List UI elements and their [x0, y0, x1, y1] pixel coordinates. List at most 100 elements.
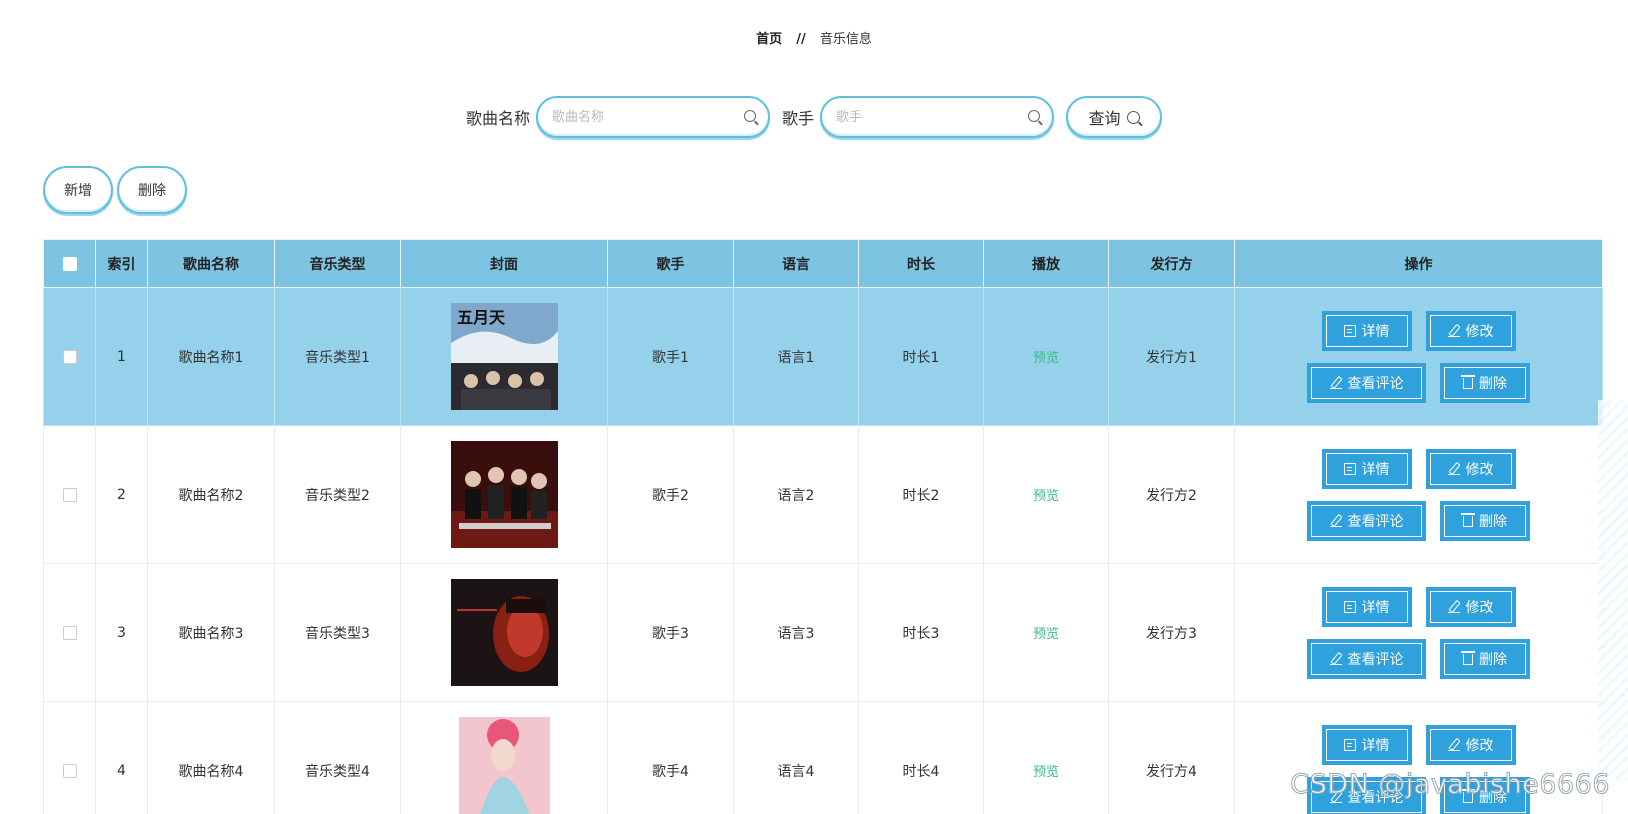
song-name-input[interactable]: [552, 98, 732, 136]
header-language: 语言: [733, 239, 859, 288]
row-operations: 详情 修改 查看评论 删除: [1235, 586, 1602, 679]
table-row[interactable]: 2 歌曲名称2 音乐类型2 歌手2 语言2 时长2 预览 发行方2 详情 修改 …: [43, 425, 1603, 564]
cell-language: 语言3: [733, 563, 859, 702]
edit-button[interactable]: 修改: [1425, 586, 1516, 627]
cell-song-name: 歌曲名称2: [147, 425, 275, 564]
search-bar: 歌曲名称 歌手 查询: [0, 96, 1628, 138]
cell-music-type: 音乐类型4: [274, 701, 401, 814]
select-all-header[interactable]: [43, 239, 96, 288]
header-index: 索引: [95, 239, 148, 288]
cell-singer: 歌手2: [607, 425, 734, 564]
song-name-search-box: [536, 96, 770, 138]
edit-button[interactable]: 修改: [1425, 310, 1516, 351]
row-checkbox[interactable]: [62, 349, 77, 364]
decorative-stripes: [1598, 400, 1628, 780]
cell-music-type: 音乐类型3: [274, 563, 401, 702]
search-icon: [1126, 110, 1140, 124]
song-name-label: 歌曲名称: [465, 109, 530, 128]
singer-input[interactable]: [836, 98, 1017, 136]
table-row[interactable]: 1 歌曲名称1 音乐类型1 五月天 歌手1 语言1 时长1 预览 发行方1 详情…: [43, 287, 1603, 426]
cell-publisher: 发行方4: [1108, 701, 1235, 814]
cover-image[interactable]: 五月天: [450, 303, 558, 410]
header-music-type: 音乐类型: [274, 239, 401, 288]
detail-button[interactable]: 详情: [1321, 586, 1412, 627]
pencil-icon: [1329, 377, 1342, 389]
detail-button[interactable]: 详情: [1321, 448, 1412, 489]
pencil-icon: [1447, 463, 1460, 475]
cover-image[interactable]: [450, 579, 558, 686]
music-table: 索引 歌曲名称 音乐类型 封面 歌手 语言 时长 播放 发行方 操作 1 歌曲名…: [43, 239, 1603, 814]
trash-icon: [1461, 513, 1475, 527]
table-row[interactable]: 3 歌曲名称3 音乐类型3 歌手3 语言3 时长3 预览 发行方3 详情 修改 …: [43, 563, 1603, 702]
edit-button[interactable]: 修改: [1425, 724, 1516, 765]
query-button[interactable]: 查询: [1066, 96, 1163, 138]
preview-link[interactable]: 预览: [1033, 627, 1059, 642]
cell-singer: 歌手4: [607, 701, 734, 814]
trash-icon: [1461, 651, 1475, 665]
pencil-icon: [1447, 325, 1460, 337]
row-checkbox[interactable]: [62, 763, 77, 778]
view-comments-button[interactable]: 查看评论: [1307, 638, 1426, 679]
preview-link[interactable]: 预览: [1033, 765, 1059, 780]
watermark: CSDN @javabishe6666: [1290, 769, 1610, 801]
delete-button[interactable]: 删除: [1440, 638, 1530, 679]
cell-language: 语言2: [733, 425, 859, 564]
cell-singer: 歌手3: [607, 563, 734, 702]
pencil-icon: [1447, 739, 1460, 751]
preview-link[interactable]: 预览: [1033, 489, 1059, 504]
document-icon: [1343, 600, 1356, 613]
cell-song-name: 歌曲名称3: [147, 563, 275, 702]
cell-index: 3: [95, 563, 148, 702]
table-header-row: 索引 歌曲名称 音乐类型 封面 歌手 语言 时长 播放 发行方 操作: [43, 239, 1603, 288]
delete-button[interactable]: 删除: [1440, 362, 1530, 403]
cell-singer: 歌手1: [607, 287, 734, 426]
bulk-delete-button[interactable]: 删除: [117, 166, 187, 214]
cover-image[interactable]: [450, 441, 558, 548]
select-all-checkbox[interactable]: [62, 256, 77, 271]
header-operations: 操作: [1234, 239, 1603, 288]
svg-text:五月天: 五月天: [457, 308, 506, 327]
cell-song-name: 歌曲名称4: [147, 701, 275, 814]
row-operations: 详情 修改 查看评论 删除: [1235, 310, 1602, 403]
pencil-icon: [1329, 653, 1342, 665]
cell-music-type: 音乐类型2: [274, 425, 401, 564]
search-icon: [1028, 110, 1041, 122]
row-checkbox[interactable]: [62, 487, 77, 502]
singer-label: 歌手: [782, 109, 815, 128]
document-icon: [1343, 738, 1356, 751]
add-button[interactable]: 新增: [43, 166, 113, 214]
document-icon: [1343, 324, 1356, 337]
cell-duration: 时长2: [858, 425, 984, 564]
header-publisher: 发行方: [1108, 239, 1235, 288]
breadcrumb-home[interactable]: 首页: [756, 32, 782, 47]
breadcrumb-separator: //: [796, 32, 806, 47]
actions-bar: 新增 删除: [43, 166, 187, 214]
detail-button[interactable]: 详情: [1321, 724, 1412, 765]
breadcrumb: 首页 // 音乐信息: [0, 28, 1628, 47]
cover-image[interactable]: [451, 717, 558, 814]
cell-duration: 时长1: [858, 287, 984, 426]
header-duration: 时长: [858, 239, 984, 288]
cell-index: 1: [95, 287, 148, 426]
cell-publisher: 发行方1: [1108, 287, 1235, 426]
view-comments-button[interactable]: 查看评论: [1307, 362, 1426, 403]
preview-link[interactable]: 预览: [1033, 351, 1059, 366]
cell-language: 语言4: [733, 701, 859, 814]
edit-button[interactable]: 修改: [1425, 448, 1516, 489]
cell-index: 4: [95, 701, 148, 814]
pencil-icon: [1447, 601, 1460, 613]
cell-song-name: 歌曲名称1: [147, 287, 275, 426]
query-button-label: 查询: [1088, 109, 1121, 128]
header-singer: 歌手: [607, 239, 734, 288]
detail-button[interactable]: 详情: [1321, 310, 1412, 351]
row-checkbox[interactable]: [62, 625, 77, 640]
breadcrumb-current: 音乐信息: [819, 32, 872, 47]
singer-search-box: [820, 96, 1055, 138]
document-icon: [1343, 462, 1356, 475]
delete-button[interactable]: 删除: [1440, 500, 1530, 541]
header-cover: 封面: [400, 239, 608, 288]
header-song-name: 歌曲名称: [147, 239, 275, 288]
cell-index: 2: [95, 425, 148, 564]
view-comments-button[interactable]: 查看评论: [1307, 500, 1426, 541]
search-icon: [744, 110, 756, 122]
